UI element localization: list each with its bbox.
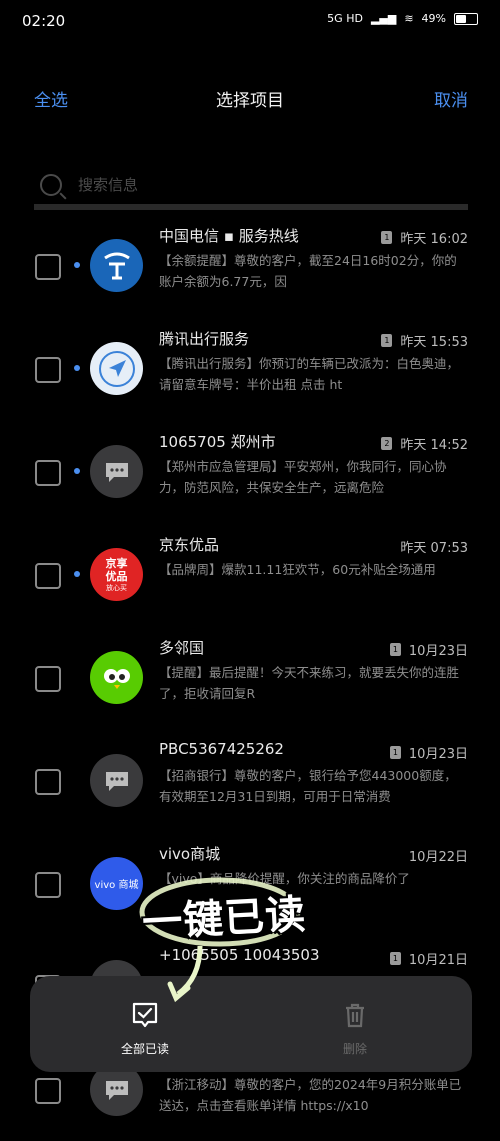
row-checkbox[interactable] (35, 357, 61, 383)
avatar (90, 445, 143, 498)
search-divider (34, 204, 468, 210)
message-bubble-icon (105, 462, 128, 482)
sim-card-icon: 1 (389, 746, 401, 759)
jd-logo-line3: 放心买 (106, 583, 127, 592)
message-time-group: 2 昨天 14:52 (381, 434, 468, 453)
message-preview: 【浙江移动】尊敬的客户，您的2024年9月积分账单已送达，点击查看账单详情 ht… (159, 1077, 462, 1113)
message-row[interactable]: 多邻国 1 10月23日【提醒】最后提醒！今天不来练习，就要丢失你的连胜了，拒收请回… (0, 626, 500, 729)
unread-dot (74, 262, 80, 268)
message-time-group: 昨天 07:53 (400, 537, 468, 556)
message-row[interactable]: PBC5367425262 1 10月23日【招商银行】尊敬的客户，银行给予您443… (0, 729, 500, 832)
search-input[interactable] (76, 175, 460, 195)
message-row[interactable]: 中国电信 ▪ 服务热线 1 昨天 16:02 【余额提醒】尊敬的客户，截至24日16时… (0, 214, 500, 317)
message-time-group: 1 昨天 15:53 (381, 331, 468, 350)
jd-logo-line2: 优品 (105, 569, 128, 583)
mark-all-read-label: 全部已读 (120, 1042, 169, 1056)
message-preview: 【余额提醒】尊敬的客户，截至24日16时02分，你的账户余额为6.77元，因 (159, 253, 457, 289)
row-checkbox[interactable] (35, 1078, 61, 1104)
message-time: 10月21日 (408, 953, 468, 968)
message-time: 10月23日 (408, 747, 468, 762)
message-time-group: 1 10月21日 (389, 949, 468, 968)
search-icon (40, 174, 62, 196)
avatar: 京享 优品 放心买 (90, 548, 143, 601)
message-preview: 【郑州市应急管理局】平安郑州，你我同行，同心协力，防范风险，共保安全生产，远离危… (159, 459, 447, 495)
avatar (90, 651, 143, 704)
message-bubble-icon (105, 771, 128, 791)
page-title: 选择项目 (216, 91, 284, 111)
message-preview: 【腾讯出行服务】你预订的车辆已改派为：白色奥迪，请留意车牌号：半价出租 点击 h… (159, 356, 460, 392)
row-checkbox[interactable] (35, 563, 61, 589)
sim-card-icon: 2 (381, 437, 393, 450)
message-row[interactable]: 京享 优品 放心买 京东优品 昨天 07:53 【品牌周】爆款11.11狂欢节，60元补贴… (0, 523, 500, 626)
sender-name: 腾讯出行服务 (159, 330, 250, 348)
message-preview: 【品牌周】爆款11.11狂欢节，60元补贴全场通用 (159, 562, 436, 577)
status-time: 02:20 (22, 12, 66, 30)
unread-dot (74, 571, 80, 577)
signal-icon: ▂▄▆ (370, 12, 397, 25)
message-time-group: 1 10月23日 (389, 743, 468, 762)
sim-card-icon: 1 (381, 334, 393, 347)
message-time: 昨天 07:53 (400, 541, 468, 556)
message-time: 10月22日 (408, 850, 468, 865)
avatar (90, 754, 143, 807)
sim-card-icon: 1 (389, 643, 401, 656)
unread-dot (74, 365, 80, 371)
message-preview: 【提醒】最后提醒！今天不来练习，就要丢失你的连胜了，拒收请回复R (159, 665, 460, 701)
message-bubble-icon (105, 1080, 128, 1100)
select-all-button[interactable]: 全选 (34, 86, 68, 111)
row-checkbox[interactable] (35, 460, 61, 486)
sim-card-icon: 1 (381, 231, 393, 244)
row-checkbox[interactable] (35, 666, 61, 692)
telecom-logo-icon (103, 252, 130, 279)
avatar (90, 342, 143, 395)
message-row[interactable]: 1065705 郑州市 2 昨天 14:52 【郑州市应急管理局】平安郑州，你我同行，… (0, 420, 500, 523)
message-time-group: 10月22日 (409, 846, 468, 865)
unread-dot (74, 468, 80, 474)
wifi-icon: ≋ (404, 12, 414, 25)
sender-name: PBC5367425262 (159, 740, 284, 758)
message-time: 10月23日 (408, 644, 468, 659)
avatar (90, 239, 143, 292)
search-bar[interactable] (34, 168, 468, 202)
battery-icon (454, 12, 478, 25)
row-checkbox[interactable] (35, 769, 61, 795)
trash-icon (346, 1003, 364, 1028)
message-row[interactable]: 腾讯出行服务 1 昨天 15:53 【腾讯出行服务】你预订的车辆已改派为：白色奥迪，请… (0, 317, 500, 420)
battery-percent: 49% (421, 12, 446, 25)
navigation-arrow-icon (98, 350, 135, 387)
jd-logo-line1: 京享 (105, 556, 128, 570)
row-checkbox[interactable] (35, 254, 61, 280)
sender-name: 京东优品 (159, 536, 220, 554)
message-preview: 【招商银行】尊敬的客户，银行给予您443000额度，有效期至12月31日到期，可… (159, 768, 457, 804)
sim-card-icon: 1 (389, 952, 401, 965)
status-bar: 02:20 5G HD ▂▄▆ ≋ 49% (0, 0, 500, 44)
sender-name: 多邻国 (159, 639, 205, 657)
sender-name: 1065705 郑州市 (159, 433, 276, 451)
message-time: 昨天 14:52 (400, 438, 468, 453)
status-indicators: 5G HD ▂▄▆ ≋ 49% (327, 12, 478, 25)
annotation-caption: 一键已读 (141, 891, 308, 947)
network-label: 5G HD (327, 12, 363, 25)
owl-icon (103, 668, 130, 689)
message-time-group: 1 10月23日 (389, 640, 468, 659)
row-checkbox[interactable] (35, 872, 61, 898)
message-time: 昨天 15:53 (400, 335, 468, 350)
delete-label: 删除 (342, 1042, 367, 1056)
sender-name: 中国电信 ▪ 服务热线 (159, 227, 299, 245)
message-time: 昨天 16:02 (400, 232, 468, 247)
message-time-group: 1 昨天 16:02 (381, 228, 468, 247)
cancel-button[interactable]: 取消 (434, 86, 468, 111)
